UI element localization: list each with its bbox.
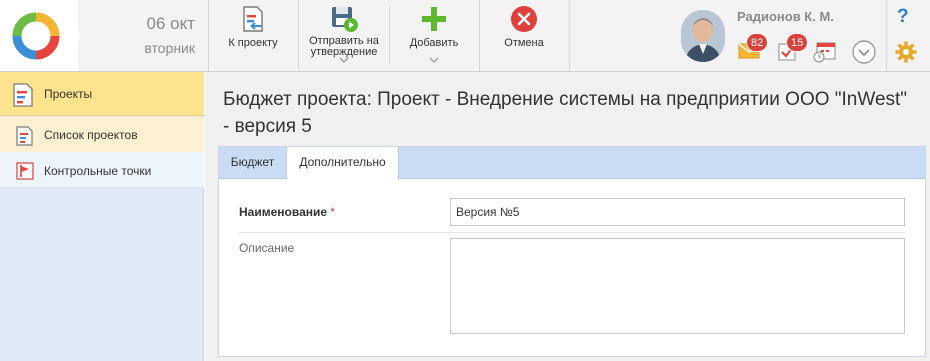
milestones-icon bbox=[16, 162, 34, 183]
calendar-icon[interactable] bbox=[813, 41, 837, 66]
cancel-button[interactable]: Отмена bbox=[480, 0, 568, 71]
toolbar-separator bbox=[569, 0, 570, 71]
toolbar-separator bbox=[886, 0, 887, 71]
date-weekday: вторник bbox=[144, 40, 195, 56]
sidebar-item-label: Проекты bbox=[44, 87, 93, 101]
page-title: Бюджет проекта: Проект - Внедрение систе… bbox=[223, 89, 908, 137]
field-divider bbox=[239, 232, 905, 233]
project-list-icon bbox=[16, 126, 34, 149]
tasks-count-badge: 15 bbox=[786, 33, 809, 52]
sidebar-item-milestones[interactable]: Контрольные точки bbox=[0, 152, 204, 188]
sidebar: Проекты Список проектов Контрольные точк… bbox=[0, 72, 204, 361]
description-field[interactable] bbox=[450, 238, 905, 334]
user-photo-icon bbox=[681, 10, 725, 62]
chevron-down-circle-icon[interactable] bbox=[852, 40, 876, 67]
to-project-button[interactable]: К проекту bbox=[209, 0, 297, 71]
help-button[interactable]: ? bbox=[897, 6, 909, 28]
sidebar-item-project-list[interactable]: Список проектов bbox=[0, 117, 204, 152]
sidebar-item-projects[interactable]: Проекты bbox=[0, 72, 204, 116]
send-for-approval-icon bbox=[329, 5, 359, 36]
name-field-label: Наименование * bbox=[239, 205, 335, 219]
sidebar-item-label: Список проектов bbox=[44, 128, 138, 142]
app-logo[interactable] bbox=[0, 0, 78, 71]
date-day: 06 окт bbox=[146, 14, 195, 33]
logo-ring-icon bbox=[12, 12, 60, 60]
chevron-down-icon bbox=[339, 52, 349, 66]
main-content: Бюджет проекта: Проект - Внедрение систе… bbox=[205, 72, 930, 361]
gear-icon[interactable] bbox=[895, 41, 917, 66]
logo-arrow-decor bbox=[68, 0, 80, 71]
user-name[interactable]: Радионов К. М. bbox=[737, 9, 834, 24]
sidebar-item-label: Контрольные точки bbox=[44, 164, 152, 178]
name-field[interactable] bbox=[450, 198, 905, 226]
cancel-label: Отмена bbox=[504, 37, 544, 49]
send-for-approval-button[interactable]: Отправить на утверждение bbox=[299, 0, 389, 71]
description-field-label: Описание bbox=[239, 241, 295, 255]
date-widget: 06 окт вторник bbox=[96, 0, 206, 71]
add-button[interactable]: Добавить bbox=[390, 0, 478, 71]
avatar[interactable] bbox=[681, 10, 725, 62]
plus-icon bbox=[420, 5, 448, 36]
budget-form: Бюджет Дополнительно Наименование * Опис… bbox=[218, 146, 926, 357]
projects-icon bbox=[12, 83, 34, 110]
back-to-project-icon bbox=[240, 5, 266, 36]
chevron-down-icon bbox=[429, 52, 439, 66]
add-label: Добавить bbox=[409, 37, 459, 49]
tab-additional[interactable]: Дополнительно bbox=[286, 147, 399, 180]
to-project-label: К проекту bbox=[228, 37, 278, 49]
mail-count-badge: 82 bbox=[746, 33, 769, 52]
required-mark: * bbox=[330, 205, 336, 219]
tab-bar: Бюджет Дополнительно bbox=[219, 147, 925, 180]
tab-budget[interactable]: Бюджет bbox=[219, 147, 286, 179]
name-label-text: Наименование bbox=[239, 205, 328, 219]
cancel-icon bbox=[510, 5, 538, 36]
top-bar: 06 окт вторник К проекту Отправить на ут… bbox=[0, 0, 930, 72]
